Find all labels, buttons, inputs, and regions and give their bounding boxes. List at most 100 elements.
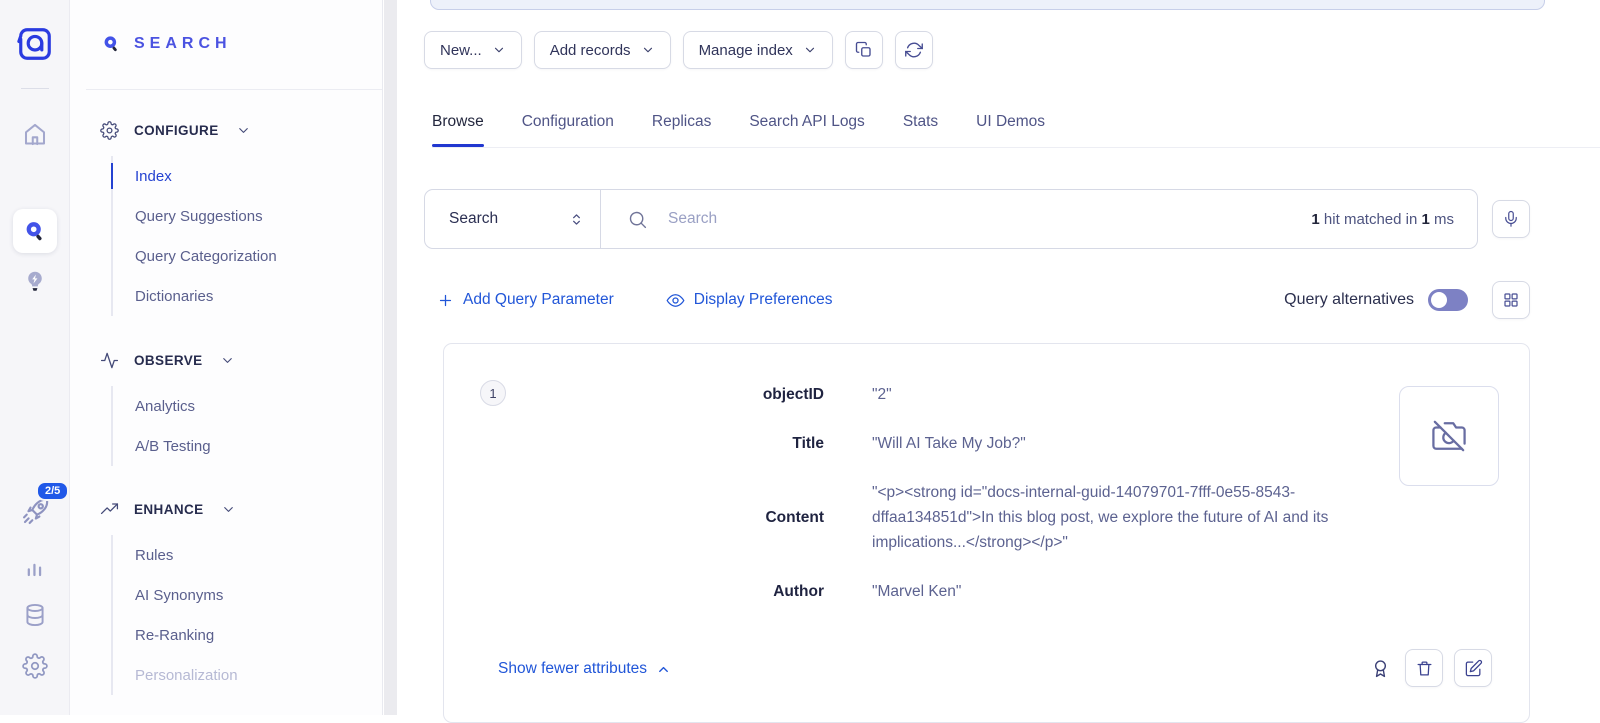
search-brand-icon	[100, 33, 122, 55]
award-icon	[1370, 658, 1391, 679]
sidebar-item-label: Rules	[135, 547, 173, 564]
sidebar-item-label: Query Suggestions	[135, 208, 263, 225]
sidebar-divider	[86, 89, 382, 90]
rail-divider	[21, 88, 49, 89]
attribute-value: "2"	[872, 382, 892, 407]
bar-chart-icon	[21, 553, 48, 580]
sidebar-item-query-suggestions[interactable]: Query Suggestions	[113, 196, 374, 236]
rail-item-search-active[interactable]	[13, 209, 57, 253]
sidebar-item-personalization[interactable]: Personalization	[113, 655, 374, 695]
sidebar-item-label: Index	[135, 168, 172, 185]
sidebar-item-ai-synonyms[interactable]: AI Synonyms	[113, 575, 374, 615]
section-observe[interactable]: OBSERVE	[100, 351, 235, 370]
sidebar-item-label: AI Synonyms	[135, 587, 223, 604]
search-mode-value: Search	[449, 210, 498, 228]
attribute-value: "Will AI Take My Job?"	[872, 431, 1026, 456]
attribute-row: Content "<p><strong id="docs-internal-gu…	[444, 480, 1389, 555]
index-selector-partial[interactable]	[430, 0, 1545, 10]
tab-browse[interactable]: Browse	[432, 96, 484, 147]
hits-unit: ms	[1430, 211, 1454, 228]
copy-button[interactable]	[845, 31, 883, 69]
section-enhance-label: ENHANCE	[134, 502, 204, 517]
sidebar-item-dictionaries[interactable]: Dictionaries	[113, 276, 374, 316]
search-product-icon	[21, 218, 48, 245]
attribute-row: objectID "2"	[444, 382, 1389, 407]
query-alternatives-toggle[interactable]	[1428, 289, 1468, 311]
sidebar-item-label: Dictionaries	[135, 288, 213, 305]
add-records-button[interactable]: Add records	[534, 31, 671, 69]
sidebar-item-index[interactable]: Index	[113, 156, 374, 196]
rail-item-recommend[interactable]	[21, 268, 49, 296]
search-icon	[627, 209, 648, 230]
enhance-items: Rules AI Synonyms Re-Ranking Personaliza…	[111, 535, 374, 695]
tab-label: Search API Logs	[749, 113, 864, 131]
tab-label: Browse	[432, 113, 484, 131]
chevron-down-icon	[236, 123, 251, 138]
activity-icon	[100, 351, 119, 370]
voice-search-button[interactable]	[1492, 200, 1530, 238]
tab-configuration[interactable]: Configuration	[522, 96, 614, 147]
edit-record-button[interactable]	[1454, 649, 1492, 687]
grid-view-button[interactable]	[1492, 281, 1530, 319]
sidebar-item-query-categorization[interactable]: Query Categorization	[113, 236, 374, 276]
home-icon	[21, 121, 48, 148]
show-fewer-label: Show fewer attributes	[498, 660, 647, 678]
delete-record-button[interactable]	[1405, 649, 1443, 687]
add-records-label: Add records	[550, 42, 631, 59]
display-preferences-link[interactable]: Display Preferences	[666, 291, 833, 310]
configure-gear-icon	[100, 121, 119, 140]
hits-count: 1	[1311, 211, 1319, 228]
sidebar-item-ab-testing[interactable]: A/B Testing	[113, 426, 374, 466]
sidebar-item-label: A/B Testing	[135, 438, 211, 455]
tab-label: Replicas	[652, 113, 711, 131]
tab-stats[interactable]: Stats	[903, 96, 938, 147]
search-mode-select[interactable]: Search	[425, 190, 601, 248]
hits-text: hit matched in	[1320, 211, 1422, 228]
manage-index-button[interactable]: Manage index	[683, 31, 833, 69]
section-enhance[interactable]: ENHANCE	[100, 500, 236, 519]
sidebar-item-analytics[interactable]: Analytics	[113, 386, 374, 426]
refresh-button[interactable]	[895, 31, 933, 69]
trending-up-icon	[100, 500, 119, 519]
tab-search-api-logs[interactable]: Search API Logs	[749, 96, 864, 147]
rail-item-settings[interactable]	[22, 653, 48, 679]
sidebar-item-label: Re-Ranking	[135, 627, 214, 644]
add-query-parameter-link[interactable]: Add Query Parameter	[437, 291, 614, 309]
attribute-value: "<p><strong id="docs-internal-guid-14079…	[872, 480, 1389, 555]
main-content: New... Add records Manage index Browse C…	[397, 0, 1600, 715]
rail-item-analytics[interactable]	[21, 553, 48, 580]
section-configure-label: CONFIGURE	[134, 123, 219, 138]
attribute-name: Title	[444, 433, 824, 454]
rail-item-data[interactable]	[22, 602, 48, 628]
rail-item-home[interactable]	[21, 121, 48, 148]
tab-ui-demos[interactable]: UI Demos	[976, 96, 1045, 147]
trash-icon	[1415, 659, 1434, 678]
search-input[interactable]	[666, 209, 1293, 229]
tab-replicas[interactable]: Replicas	[652, 96, 711, 147]
hit-attributes: objectID "2" Title "Will AI Take My Job?…	[444, 382, 1389, 628]
new-button-label: New...	[440, 42, 482, 59]
copy-icon	[855, 41, 873, 59]
algolia-logo-icon	[16, 25, 54, 63]
observe-items: Analytics A/B Testing	[111, 386, 374, 466]
sidebar-item-rules[interactable]: Rules	[113, 535, 374, 575]
new-button[interactable]: New...	[424, 31, 522, 69]
index-tabs: Browse Configuration Replicas Search API…	[432, 96, 1600, 148]
hit-actions	[1366, 649, 1492, 687]
sidebar-item-label: Personalization	[135, 667, 238, 684]
promote-button[interactable]	[1366, 649, 1394, 687]
chevron-down-icon	[803, 43, 817, 57]
attribute-name: objectID	[444, 384, 824, 405]
chevron-down-icon	[221, 502, 236, 517]
sidebar-item-re-ranking[interactable]: Re-Ranking	[113, 615, 374, 655]
attribute-name: Author	[444, 581, 824, 602]
section-observe-label: OBSERVE	[134, 353, 203, 368]
section-configure[interactable]: CONFIGURE	[100, 121, 251, 140]
hits-time: 1	[1421, 211, 1429, 228]
show-fewer-attributes-link[interactable]: Show fewer attributes	[498, 660, 671, 678]
search-bar: Search 1 hit matched in 1 ms	[424, 189, 1478, 249]
algolia-logo[interactable]	[16, 25, 54, 63]
query-alternatives-label: Query alternatives	[1284, 291, 1414, 309]
attribute-row: Author "Marvel Ken"	[444, 579, 1389, 604]
plus-icon	[437, 292, 454, 309]
